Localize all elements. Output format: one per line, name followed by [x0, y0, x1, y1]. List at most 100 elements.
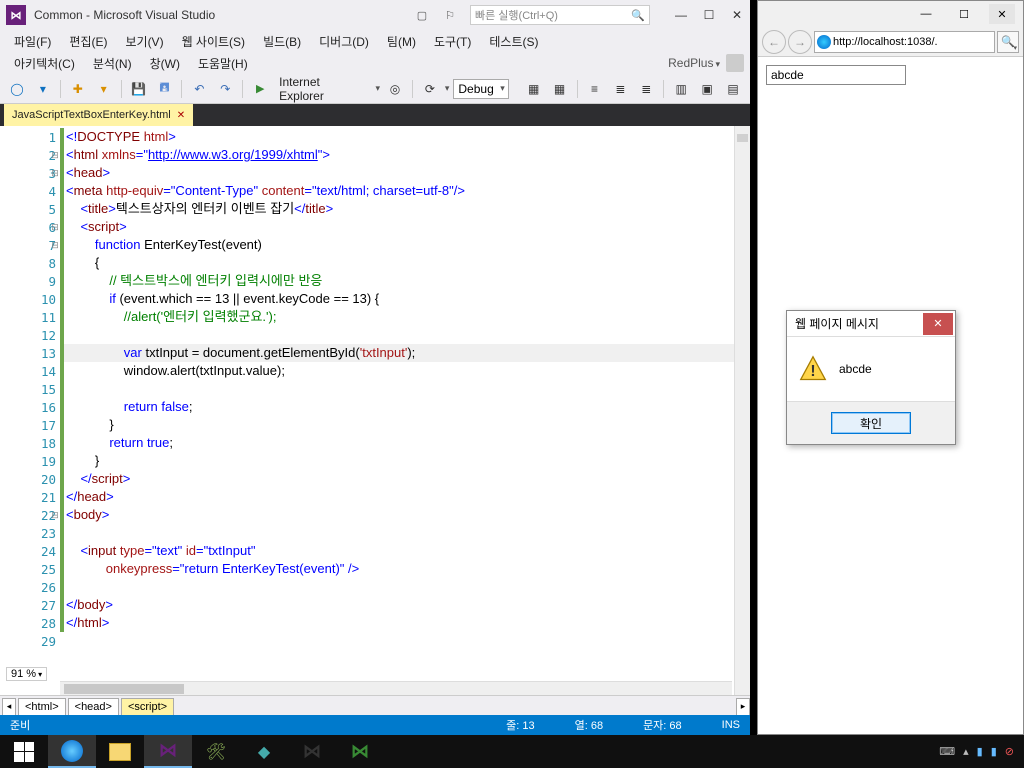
tb-icon-1[interactable]: ▦	[523, 78, 545, 100]
alert-ok-button[interactable]: 확인	[831, 412, 911, 434]
vertical-scrollbar[interactable]	[734, 126, 750, 735]
tab-close-icon[interactable]: ✕	[177, 110, 185, 121]
browser-close-button[interactable]: ✕	[989, 4, 1015, 24]
line-number-gutter: 12⊟3⊟456⊟7⊟8910111213141516171819202122⊟…	[0, 126, 64, 735]
menu-help[interactable]: 도움말(H)	[190, 53, 256, 74]
document-tab[interactable]: JavaScriptTextBoxEnterKey.html ✕	[4, 104, 193, 126]
menu-file[interactable]: 파일(F)	[6, 31, 59, 52]
browser-back-button[interactable]: ←	[762, 30, 786, 54]
taskbar-app3[interactable]: ⋈	[288, 735, 336, 768]
tray-action-icon[interactable]: ⊘	[1005, 745, 1014, 758]
nav-chip-script[interactable]: <script>	[121, 698, 174, 716]
browser-maximize-button[interactable]: ☐	[951, 4, 977, 24]
tb-icon-7[interactable]: ▣	[696, 78, 718, 100]
keyboard-icon[interactable]: ⌨	[939, 745, 955, 758]
save-button[interactable]: 💾	[128, 78, 150, 100]
nav-chip-html[interactable]: <html>	[18, 698, 66, 716]
tray-network-icon[interactable]: ▮	[977, 745, 983, 758]
warning-icon: !	[799, 355, 827, 383]
address-bar[interactable]: http://localhost:1038/.	[814, 31, 995, 53]
menu-tools[interactable]: 도구(T)	[426, 31, 479, 52]
tb-icon-3[interactable]: ≡	[584, 78, 606, 100]
app4-icon: ⋈	[351, 741, 369, 762]
menu-edit[interactable]: 편집(E)	[61, 31, 115, 52]
zoom-combo[interactable]: 91 %	[6, 667, 47, 681]
code-editor[interactable]: 12⊟3⊟456⊟7⊟8910111213141516171819202122⊟…	[0, 126, 750, 735]
browser-search-button[interactable]: 🔍	[997, 31, 1019, 53]
taskbar-vs[interactable]: ⋈	[144, 735, 192, 768]
tb-icon-6[interactable]: ▥	[670, 78, 692, 100]
folder-icon	[109, 743, 131, 761]
taskbar-app2[interactable]: ◆	[240, 735, 288, 768]
browser-target-button[interactable]: ◎	[384, 78, 406, 100]
flag-icon[interactable]: ⚐	[442, 7, 458, 23]
redo-button[interactable]: ↷	[214, 78, 236, 100]
vs-document-tabs: JavaScriptTextBoxEnterKey.html ✕	[0, 104, 750, 126]
text-input[interactable]	[766, 65, 906, 85]
browser-titlebar: — ☐ ✕	[758, 1, 1023, 27]
nav-fwd-button[interactable]: ▾	[32, 78, 54, 100]
account-dropdown[interactable]: RedPlus	[668, 56, 720, 70]
visual-studio-window: ⋈ Common - Microsoft Visual Studio ▢ ⚐ 빠…	[0, 0, 750, 735]
status-bar: 준비 줄: 13 열: 68 문자: 68 INS	[0, 715, 750, 735]
alert-close-button[interactable]: ✕	[923, 313, 953, 335]
system-tray[interactable]: ⌨ ▴ ▮ ▮ ⊘	[939, 745, 1024, 758]
tray-up-icon[interactable]: ▴	[963, 745, 969, 758]
open-button[interactable]: ▾	[93, 78, 115, 100]
alert-dialog: 웹 페이지 메시지 ✕ ! abcde 확인	[786, 310, 956, 445]
tb-icon-8[interactable]: ▤	[722, 78, 744, 100]
taskbar: ⋈ 🛠 ◆ ⋈ ⋈ ⌨ ▴ ▮ ▮ ⊘	[0, 735, 1024, 768]
menu-website[interactable]: 웹 사이트(S)	[174, 31, 254, 52]
vs-titlebar: ⋈ Common - Microsoft Visual Studio ▢ ⚐ 빠…	[0, 0, 750, 30]
quick-launch-input[interactable]: 빠른 실행(Ctrl+Q)🔍	[470, 5, 650, 25]
taskbar-explorer[interactable]	[96, 735, 144, 768]
close-button[interactable]: ✕	[730, 8, 744, 22]
tb-icon-2[interactable]: ▦	[549, 78, 571, 100]
status-line: 줄: 13	[506, 717, 534, 733]
tb-icon-5[interactable]: ≣	[635, 78, 657, 100]
menu-window[interactable]: 창(W)	[142, 53, 188, 74]
start-button[interactable]	[0, 735, 48, 768]
save-all-button[interactable]: 🖪	[154, 78, 176, 100]
tab-label: JavaScriptTextBoxEnterKey.html	[12, 109, 171, 121]
menu-test[interactable]: 테스트(S)	[481, 31, 546, 52]
browser-selector[interactable]: Internet Explorer	[275, 75, 371, 103]
nav-next-button[interactable]: ▸	[736, 698, 750, 716]
vs-icon: ⋈	[159, 740, 177, 761]
alert-titlebar: 웹 페이지 메시지 ✕	[787, 311, 955, 337]
status-col: 열: 68	[575, 717, 603, 733]
config-combo[interactable]: Debug	[453, 79, 508, 99]
menu-build[interactable]: 빌드(B)	[255, 31, 309, 52]
refresh-button[interactable]: ⟳	[419, 78, 441, 100]
tb-icon-4[interactable]: ≣	[609, 78, 631, 100]
app1-icon: 🛠	[206, 742, 226, 762]
browser-forward-button[interactable]: →	[788, 30, 812, 54]
nav-chip-head[interactable]: <head>	[68, 698, 119, 716]
nav-back-button[interactable]: ◯	[6, 78, 28, 100]
vs-toolbar: ◯ ▾ ✚ ▾ 💾 🖪 ↶ ↷ ▶ Internet Explorer ▾ ◎ …	[0, 74, 750, 104]
taskbar-app4[interactable]: ⋈	[336, 735, 384, 768]
browser-minimize-button[interactable]: —	[913, 4, 939, 24]
menu-team[interactable]: 팀(M)	[379, 31, 424, 52]
taskbar-app1[interactable]: 🛠	[192, 735, 240, 768]
menu-view[interactable]: 보기(V)	[117, 31, 171, 52]
maximize-button[interactable]: ☐	[702, 8, 716, 22]
taskbar-ie[interactable]	[48, 735, 96, 768]
browser-viewport	[758, 57, 1023, 93]
url-text: http://localhost:1038/.	[833, 36, 938, 48]
new-project-button[interactable]: ✚	[67, 78, 89, 100]
minimize-button[interactable]: —	[674, 8, 688, 22]
menu-analyze[interactable]: 분석(N)	[85, 53, 140, 74]
account-avatar-icon[interactable]	[726, 54, 744, 72]
code-area[interactable]: <!DOCTYPE html><html xmlns="http://www.w…	[64, 126, 734, 735]
start-debug-button[interactable]: ▶	[249, 78, 271, 100]
notifications-icon[interactable]: ▢	[414, 7, 430, 23]
nav-prev-button[interactable]: ◂	[2, 698, 16, 716]
browser-nav: ← → http://localhost:1038/. 🔍	[758, 27, 1023, 57]
undo-button[interactable]: ↶	[188, 78, 210, 100]
tray-sound-icon[interactable]: ▮	[991, 745, 997, 758]
menu-architecture[interactable]: 아키텍처(C)	[6, 53, 83, 74]
menu-debug[interactable]: 디버그(D)	[311, 31, 377, 52]
search-icon: 🔍	[631, 9, 645, 22]
vs-title: Common - Microsoft Visual Studio	[34, 8, 215, 22]
